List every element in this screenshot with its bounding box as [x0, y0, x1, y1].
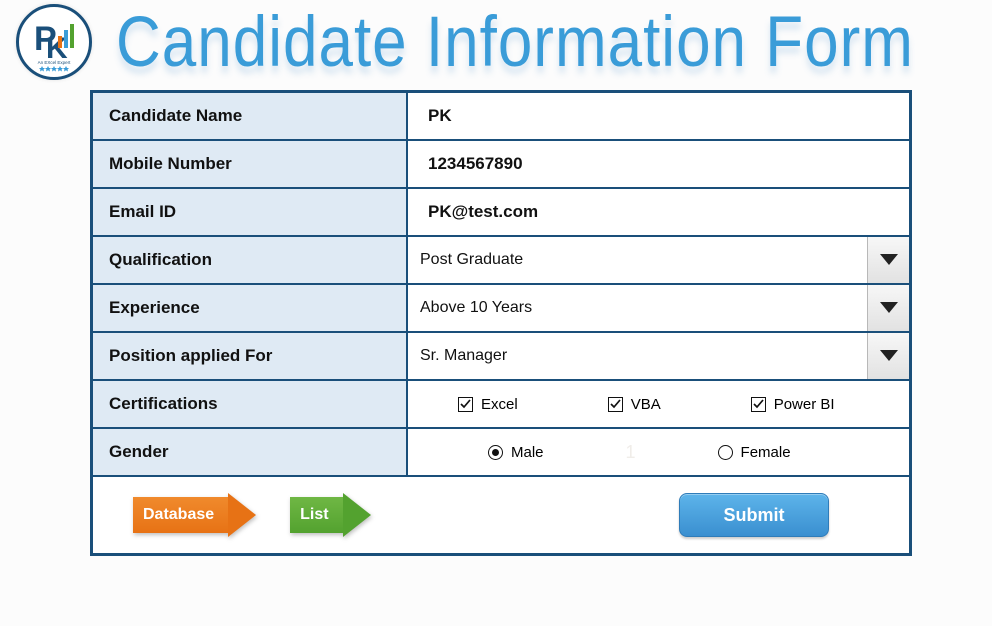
- checkbox-vba[interactable]: VBA: [608, 396, 661, 413]
- logo: P K An EXcel Expert: [16, 4, 92, 80]
- label-email-id: Email ID: [93, 189, 408, 235]
- label-gender: Gender: [93, 429, 408, 475]
- checkbox-powerbi[interactable]: Power BI: [751, 396, 835, 413]
- certifications-group: Excel VBA Power BI: [408, 381, 909, 427]
- label-certifications: Certifications: [93, 381, 408, 427]
- dropdown-icon[interactable]: [867, 285, 909, 331]
- ghost-value: 1: [604, 442, 658, 463]
- radio-label: Female: [741, 444, 791, 461]
- email-id-field[interactable]: PK@test.com: [408, 189, 909, 235]
- radio-icon: [718, 445, 733, 460]
- arrow-icon: [228, 493, 256, 537]
- position-value: Sr. Manager: [420, 347, 507, 365]
- checkbox-label: VBA: [631, 396, 661, 413]
- gender-group: Male 1 Female: [408, 429, 909, 475]
- candidate-name-field[interactable]: PK: [408, 93, 909, 139]
- checkbox-label: Power BI: [774, 396, 835, 413]
- database-label: Database: [143, 506, 214, 524]
- label-experience: Experience: [93, 285, 408, 331]
- footer-row: Database List Submit: [93, 477, 909, 553]
- submit-label: Submit: [724, 505, 785, 526]
- list-label: List: [300, 506, 328, 524]
- qualification-value: Post Graduate: [420, 251, 523, 269]
- checkbox-icon: [608, 397, 623, 412]
- label-position: Position applied For: [93, 333, 408, 379]
- list-button[interactable]: List: [272, 493, 376, 537]
- position-select[interactable]: Sr. Manager: [408, 333, 909, 379]
- experience-value: Above 10 Years: [420, 299, 532, 317]
- experience-select[interactable]: Above 10 Years: [408, 285, 909, 331]
- radio-female[interactable]: Female: [718, 444, 791, 461]
- database-button[interactable]: Database: [115, 493, 262, 537]
- radio-icon: [488, 445, 503, 460]
- radio-male[interactable]: Male: [488, 444, 544, 461]
- checkbox-excel[interactable]: Excel: [458, 396, 518, 413]
- radio-label: Male: [511, 444, 544, 461]
- qualification-select[interactable]: Post Graduate: [408, 237, 909, 283]
- dropdown-icon[interactable]: [867, 237, 909, 283]
- svg-text:An EXcel Expert: An EXcel Expert: [38, 60, 72, 65]
- checkbox-icon: [751, 397, 766, 412]
- arrow-icon: [343, 493, 371, 537]
- label-mobile-number: Mobile Number: [93, 141, 408, 187]
- dropdown-icon[interactable]: [867, 333, 909, 379]
- submit-button[interactable]: Submit: [679, 493, 829, 537]
- label-candidate-name: Candidate Name: [93, 93, 408, 139]
- page-title: Candidate Information Form: [116, 1, 914, 83]
- checkbox-label: Excel: [481, 396, 518, 413]
- candidate-form: Candidate Name PK Mobile Number 12345678…: [90, 90, 912, 556]
- checkbox-icon: [458, 397, 473, 412]
- mobile-number-field[interactable]: 1234567890: [408, 141, 909, 187]
- label-qualification: Qualification: [93, 237, 408, 283]
